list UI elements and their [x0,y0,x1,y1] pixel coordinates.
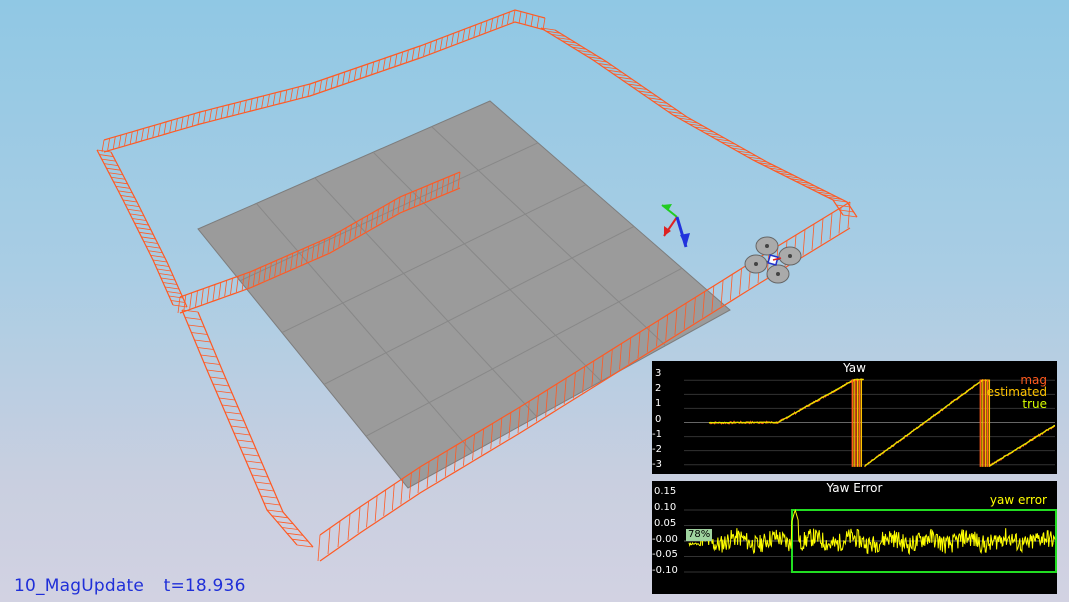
legend-true: true [1022,397,1047,411]
yaw-error-ytick: -0.10 [652,565,678,576]
yaw-error-ytick: 0.10 [654,502,677,513]
yaw-ytick: 2 [655,383,662,394]
yaw-error-plot: Yaw Error 0.15 0.10 0.05 -0.00 -0.05 -0.… [652,481,1057,594]
series-yaw-error [688,509,1056,556]
yaw-error-ytick: -0.05 [652,549,678,560]
quadrotor-icon[interactable] [744,236,802,284]
sim-time: t=18.936 [163,576,246,596]
axes-gizmo-icon [661,204,690,248]
yaw-ytick: 3 [655,368,662,379]
yaw-ytick: -2 [652,444,662,455]
ground-grid [197,100,731,489]
yaw-plot: Yaw 3 2 1 0 -1 -2 -3 mag estimated true [652,361,1057,474]
yaw-plot-title: Yaw [843,361,866,375]
legend-yaw-error: yaw error [989,493,1047,507]
yaw-ytick: -1 [652,429,662,440]
status-bar: 10_MagUpdate t=18.936 [14,576,260,596]
scenario-name: 10_MagUpdate [14,576,144,596]
simulator-viewport[interactable]: Yaw 3 2 1 0 -1 -2 -3 mag estimated true … [0,0,1069,602]
yaw-error-ytick: -0.00 [652,534,678,545]
yaw-ytick: 0 [655,414,662,425]
yaw-error-ytick: 0.05 [654,518,677,529]
yaw-ytick: -3 [652,459,662,470]
yaw-error-ytick: 0.15 [654,486,677,497]
threshold-percentage-badge: 78% [686,529,713,541]
yaw-ytick: 1 [655,398,662,409]
